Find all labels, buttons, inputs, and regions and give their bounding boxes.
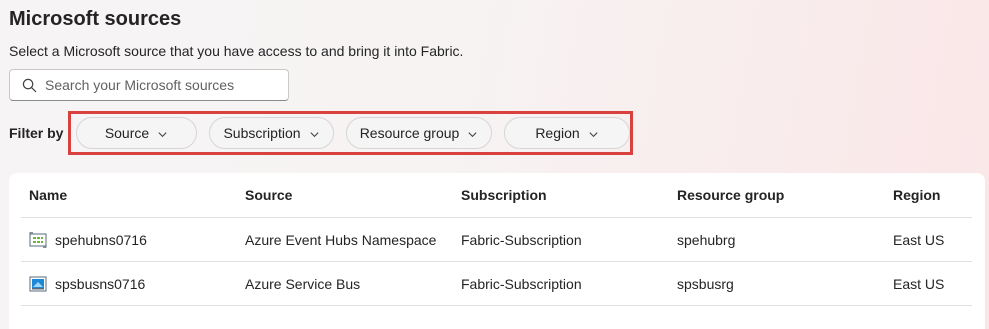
filter-subscription-label: Subscription [223,125,301,141]
filter-region-button[interactable]: Region [504,117,630,149]
service-bus-icon [29,276,47,291]
event-hubs-icon [29,231,47,248]
column-header-resource-group[interactable]: Resource group [677,187,784,203]
column-header-region[interactable]: Region [893,187,940,203]
filter-subscription-button[interactable]: Subscription [209,117,334,149]
row-name: spehubns0716 [55,231,147,248]
row-source: Azure Event Hubs Namespace [245,231,437,248]
chevron-down-icon [158,131,167,137]
row-resource-group: spsbusrg [677,275,734,292]
chevron-down-icon [309,131,319,137]
filter-source-button[interactable]: Source [76,117,197,149]
column-header-source[interactable]: Source [245,187,292,203]
table-row[interactable]: spehubns0716 Azure Event Hubs Namespace … [21,218,972,262]
search-box[interactable] [9,69,289,101]
row-name: spsbusns0716 [55,275,146,292]
filter-source-label: Source [104,125,150,141]
sources-card: Name Source Subscription Resource group … [9,173,985,329]
filter-label: Filter by [9,125,64,141]
column-header-subscription[interactable]: Subscription [461,187,547,203]
row-subscription: Fabric-Subscription [461,275,582,292]
filter-resource-group-button[interactable]: Resource group [346,117,492,149]
search-input[interactable] [45,77,285,93]
search-icon [22,78,37,92]
row-region: East US [893,275,945,292]
filter-region-label: Region [535,125,580,141]
row-subscription: Fabric-Subscription [461,231,582,248]
filter-resource-group-label: Resource group [359,125,460,141]
row-resource-group: spehubrg [677,231,736,248]
row-name-cell: spsbusns0716 [29,276,145,292]
sources-table: Name Source Subscription Resource group … [21,187,972,306]
row-name-cell: spehubns0716 [29,232,147,248]
page-subtitle: Select a Microsoft source that you have … [9,43,464,59]
chevron-down-icon [468,131,477,137]
row-source: Azure Service Bus [245,275,361,292]
column-header-name[interactable]: Name [29,187,67,203]
row-region: East US [893,231,945,248]
page-title: Microsoft sources [9,8,182,30]
table-row[interactable]: spsbusns0716 Azure Service Bus Fabric-Su… [21,262,972,306]
table-header-row: Name Source Subscription Resource group … [21,187,972,218]
chevron-down-icon [589,131,598,137]
